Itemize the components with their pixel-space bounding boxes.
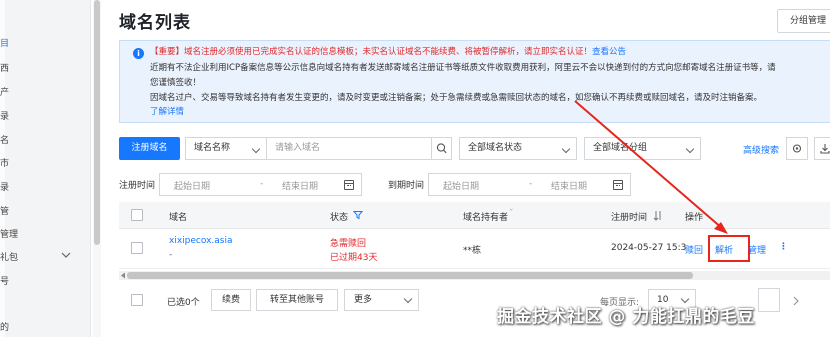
annotation-arrow bbox=[574, 100, 728, 234]
watermark-text: 掘金技术社区 @ 力能扛鼎的毛豆 bbox=[497, 307, 755, 327]
